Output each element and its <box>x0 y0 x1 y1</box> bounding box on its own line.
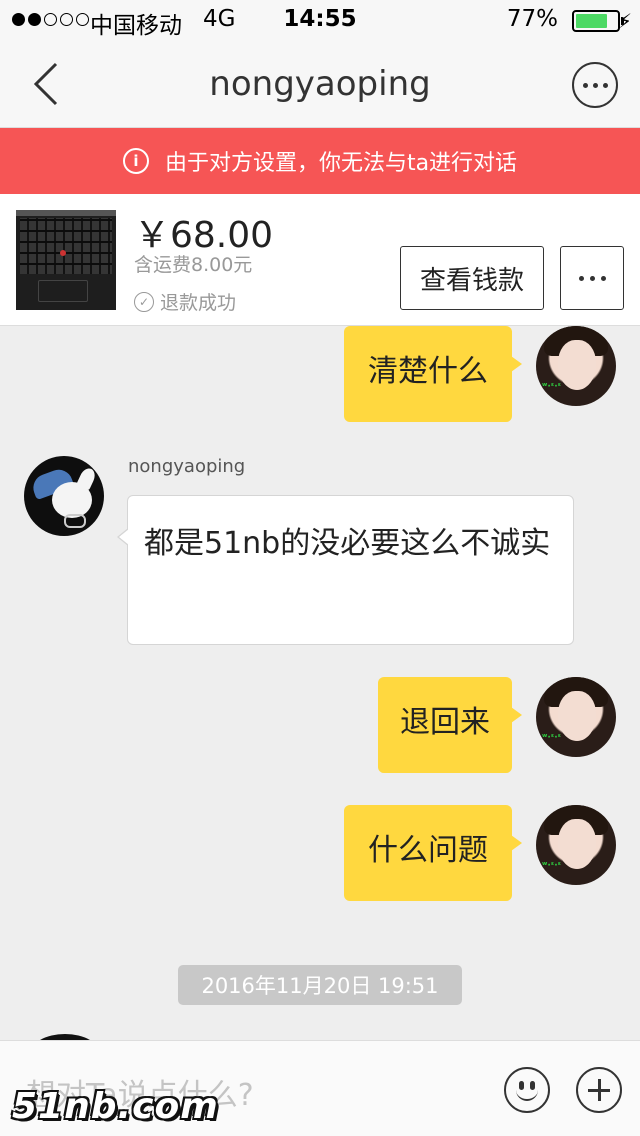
message-bubble-sent[interactable]: 什么问题 <box>344 805 522 901</box>
site-watermark: 51nb.com <box>12 1086 219 1127</box>
battery-percentage: 77% <box>506 6 558 32</box>
shipping-fee: 含运费8.00元 <box>134 254 253 276</box>
more-options-button[interactable] <box>572 62 618 108</box>
my-avatar[interactable]: ʷ·ᵋ·ᵋ <box>536 677 616 757</box>
check-circle-icon: ✓ <box>134 291 154 312</box>
message-text: 什么问题 <box>368 833 488 868</box>
item-more-button[interactable] <box>560 246 624 310</box>
page-title: nongyaoping <box>209 64 431 104</box>
add-attachment-button[interactable] <box>576 1067 622 1113</box>
info-icon: i <box>122 148 149 174</box>
message-timestamp: 2016年11月20日 19:51 <box>178 965 462 1005</box>
item-card[interactable]: ￥68.00 含运费8.00元 ✓ 退款成功 查看钱款 <box>0 194 640 326</box>
message-bubble-sent[interactable]: 清楚什么 <box>344 326 522 422</box>
message-bubble-received[interactable]: 都是51nb的没必要这么不诚实 <box>117 495 574 645</box>
warning-banner: i 由于对方设置，你无法与ta进行对话 <box>0 128 640 194</box>
item-thumbnail[interactable] <box>16 210 116 310</box>
emoji-button[interactable] <box>504 1067 550 1113</box>
message-text: 清楚什么 <box>368 354 488 389</box>
sender-name: nongyaoping <box>128 456 246 477</box>
warning-text: 由于对方设置，你无法与ta进行对话 <box>164 151 518 176</box>
message-text: 都是51nb的没必要这么不诚实 <box>144 526 551 561</box>
my-avatar[interactable]: ʷ·ᵋ·ᵋ <box>536 805 616 885</box>
charging-icon: ⚡ <box>617 9 632 33</box>
nav-bar: nongyaoping <box>0 40 640 128</box>
contact-avatar[interactable] <box>24 456 104 536</box>
message-text: 退回来 <box>400 705 490 740</box>
refund-status-text: 退款成功 <box>160 292 237 314</box>
view-payment-button[interactable]: 查看钱款 <box>400 246 544 310</box>
status-bar: 中国移动 4G 14:55 77% ⚡ <box>0 0 640 40</box>
chat-area[interactable]: 清楚什么 ʷ·ᵋ·ᵋ nongyaoping 都是51nb的没必要这么不诚实 退… <box>0 326 640 1040</box>
refund-status: ✓ 退款成功 <box>134 288 236 315</box>
my-avatar[interactable]: ʷ·ᵋ·ᵋ <box>536 326 616 406</box>
battery-icon <box>572 10 624 32</box>
message-bubble-sent[interactable]: 退回来 <box>378 677 522 773</box>
